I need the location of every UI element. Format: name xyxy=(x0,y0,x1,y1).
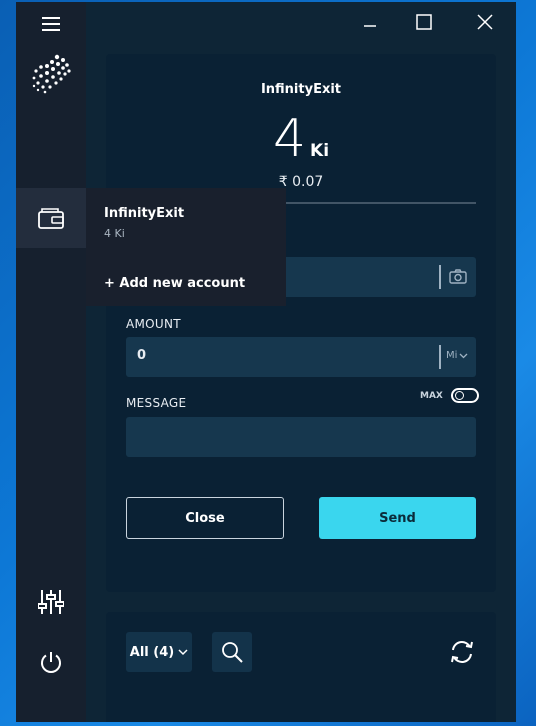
close-button[interactable]: Close xyxy=(126,497,284,539)
field-divider xyxy=(439,265,441,289)
message-input[interactable] xyxy=(126,417,476,457)
toggle-knob xyxy=(454,391,464,400)
camera-icon[interactable] xyxy=(449,269,467,288)
amount-value: 0 xyxy=(137,348,147,363)
max-toggle-group: MAX xyxy=(420,388,479,403)
wallet-icon[interactable] xyxy=(16,188,86,248)
iota-logo xyxy=(16,52,86,94)
minimize-icon[interactable] xyxy=(352,8,388,36)
chevron-down-icon xyxy=(459,353,468,358)
send-button[interactable]: Send xyxy=(319,497,476,539)
message-label: MESSAGE xyxy=(126,396,187,410)
account-menu: InfinityExit 4 Ki + Add new account xyxy=(86,188,286,306)
filter-label: All (4) xyxy=(129,644,175,660)
history-panel: All (4) xyxy=(106,612,496,722)
chevron-down-icon xyxy=(178,648,188,655)
balance-unit: Ki xyxy=(310,141,330,161)
max-label: MAX xyxy=(420,390,443,401)
title-bar xyxy=(86,2,516,42)
balance-display: 4 Ki xyxy=(106,109,496,169)
field-divider xyxy=(439,345,441,369)
trinity-wallet-window: InfinityExit 4 Ki ₹ 0.07 AMOUNT 0 Mi MES… xyxy=(16,2,516,722)
search-icon[interactable] xyxy=(212,632,252,672)
sync-icon[interactable] xyxy=(442,634,482,670)
account-menu-name[interactable]: InfinityExit xyxy=(104,206,184,221)
balance-value: 4 xyxy=(272,109,307,169)
add-new-account-link[interactable]: + Add new account xyxy=(104,276,245,291)
unit-selector[interactable]: Mi xyxy=(446,350,468,361)
history-filter-dropdown[interactable]: All (4) xyxy=(126,632,192,672)
hamburger-menu-icon[interactable] xyxy=(16,10,86,38)
unit-selector-label: Mi xyxy=(446,350,458,361)
maximize-icon[interactable] xyxy=(406,8,442,36)
max-toggle[interactable] xyxy=(450,388,479,403)
sidebar xyxy=(16,2,86,722)
main-panel: InfinityExit 4 Ki ₹ 0.07 AMOUNT 0 Mi MES… xyxy=(86,2,516,722)
account-title: InfinityExit xyxy=(260,82,342,97)
close-icon[interactable] xyxy=(467,8,503,36)
amount-label: AMOUNT xyxy=(126,317,181,331)
settings-sliders-icon[interactable] xyxy=(16,582,86,622)
amount-input[interactable]: 0 Mi xyxy=(126,337,476,377)
power-icon[interactable] xyxy=(16,642,86,682)
account-menu-balance: 4 Ki xyxy=(104,227,125,240)
send-card: InfinityExit 4 Ki ₹ 0.07 AMOUNT 0 Mi MES… xyxy=(106,54,496,592)
